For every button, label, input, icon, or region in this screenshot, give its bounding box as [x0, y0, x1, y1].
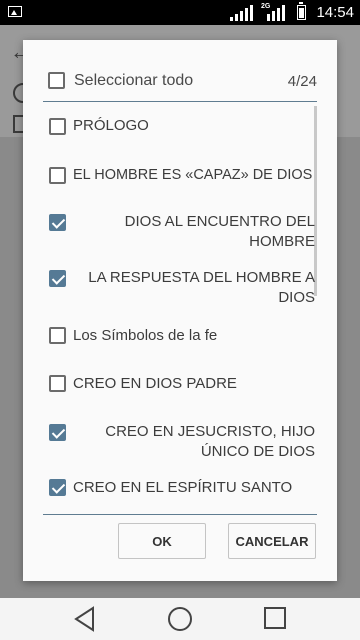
- item-checkbox[interactable]: [49, 167, 66, 184]
- navigation-bar: [0, 598, 360, 640]
- item-label: CREO EN DIOS PADRE: [73, 375, 237, 392]
- battery-icon: [297, 2, 306, 20]
- item-checkbox[interactable]: [49, 214, 66, 231]
- selection-dialog: Seleccionar todo 4/24 PRÓLOGO EL HOMBRE …: [23, 40, 337, 581]
- item-label: DIOS AL ENCUENTRO DEL HOMBRE: [124, 213, 315, 250]
- selection-count: 4/24: [287, 73, 317, 90]
- list-item[interactable]: CREO EN JESUCRISTO, HIJO ÚNICO DE DIOS: [23, 422, 323, 466]
- item-checkbox[interactable]: [49, 479, 66, 496]
- item-checkbox[interactable]: [49, 118, 66, 135]
- item-checkbox[interactable]: [49, 424, 66, 441]
- item-label: LA RESPUESTA DEL HOMBRE A DIOS: [88, 269, 315, 306]
- item-checkbox[interactable]: [49, 270, 66, 287]
- item-label: EL HOMBRE ES «CAPAZ» DE DIOS: [73, 167, 313, 183]
- nav-back-icon[interactable]: [73, 606, 97, 632]
- signal-icon: [230, 5, 253, 21]
- status-bar: 2G 14:54: [0, 0, 360, 25]
- list-item[interactable]: EL HOMBRE ES «CAPAZ» DE DIOS: [23, 164, 323, 188]
- cancel-button[interactable]: CANCELAR: [228, 523, 316, 559]
- signal-icon: [267, 5, 285, 21]
- list-item[interactable]: Los Símbolos de la fe: [23, 326, 323, 350]
- item-checkbox[interactable]: [49, 375, 66, 392]
- list-item[interactable]: LA RESPUESTA DEL HOMBRE A DIOS: [23, 268, 323, 312]
- nav-home-icon[interactable]: [167, 606, 193, 632]
- item-label: CREO EN JESUCRISTO, HIJO ÚNICO DE DIOS: [105, 423, 315, 460]
- gallery-icon: [8, 6, 22, 17]
- nav-recent-icon[interactable]: [263, 606, 287, 630]
- item-label: PRÓLOGO: [73, 117, 149, 134]
- list-item[interactable]: CREO EN EL ESPÍRITU SANTO: [23, 478, 323, 502]
- status-time: 14:54: [316, 4, 354, 21]
- ok-button[interactable]: OK: [118, 523, 206, 559]
- select-all-row[interactable]: Seleccionar todo 4/24: [23, 40, 337, 100]
- chapter-list[interactable]: PRÓLOGO EL HOMBRE ES «CAPAZ» DE DIOS DIO…: [23, 102, 337, 514]
- item-label: CREO EN EL ESPÍRITU SANTO: [73, 479, 293, 496]
- select-all-checkbox[interactable]: [48, 72, 65, 89]
- item-label: Los Símbolos de la fe: [73, 327, 218, 344]
- item-checkbox[interactable]: [49, 327, 66, 344]
- list-item[interactable]: CREO EN DIOS PADRE: [23, 374, 323, 398]
- select-all-label: Seleccionar todo: [74, 72, 194, 89]
- list-item[interactable]: DIOS AL ENCUENTRO DEL HOMBRE: [23, 212, 323, 256]
- divider: [43, 514, 317, 515]
- list-item[interactable]: PRÓLOGO: [23, 116, 323, 140]
